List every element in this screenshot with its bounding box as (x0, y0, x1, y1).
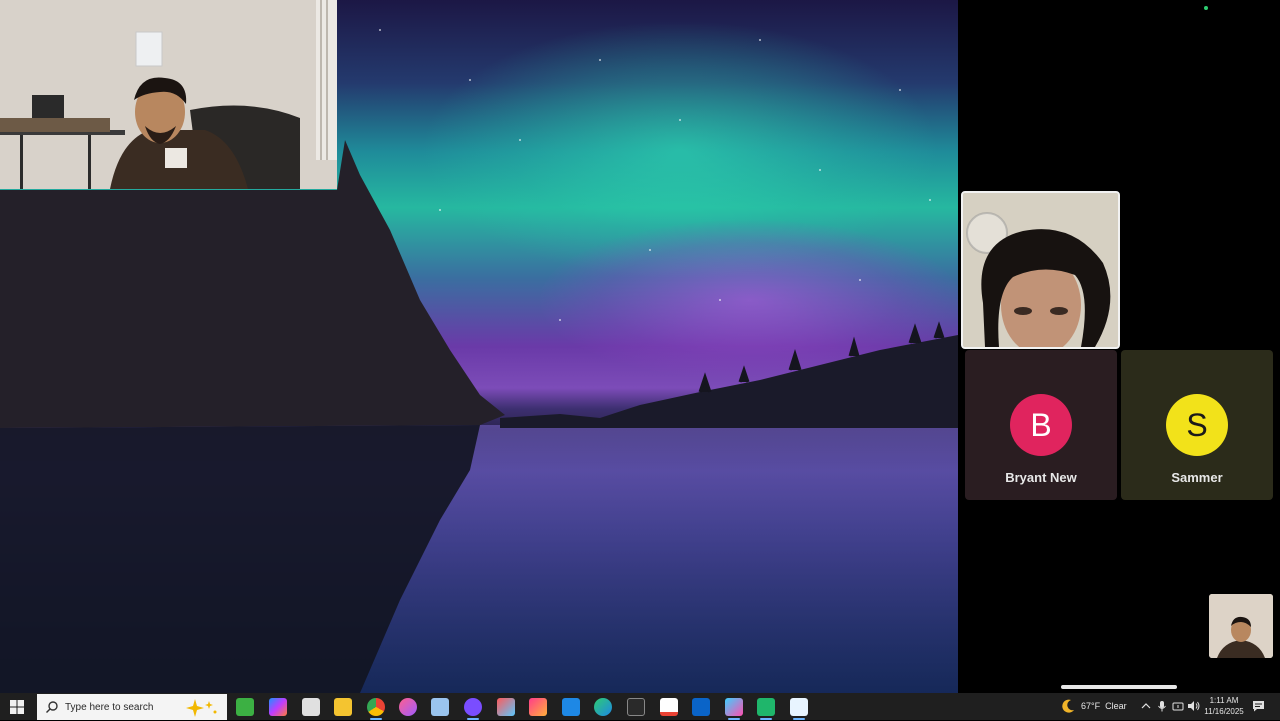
gmail-icon[interactable] (660, 698, 678, 716)
participant-video-image (963, 193, 1118, 347)
participant-name: Bryant New (1005, 470, 1077, 485)
notification-icon[interactable] (1252, 700, 1265, 712)
itunes-icon[interactable] (399, 698, 417, 716)
avatar: B (1010, 394, 1072, 456)
status-dot (1204, 6, 1208, 10)
search-icon (46, 701, 58, 713)
webcam-feed-large[interactable] (0, 0, 337, 189)
taskbar-clock[interactable]: 1:11 AM 11/16/2025 (1198, 695, 1250, 717)
game-app-icon[interactable] (725, 698, 743, 720)
chrome-icon[interactable] (367, 698, 385, 720)
chess-app-icon[interactable] (236, 698, 254, 716)
clock-date: 11/16/2025 (1204, 707, 1244, 716)
participant-tile-bryant[interactable]: B Bryant New (965, 350, 1117, 500)
self-view-thumbnail[interactable] (1209, 594, 1273, 658)
taskbar-search-box[interactable]: Type here to search (37, 694, 227, 720)
moon-weather-icon (1062, 699, 1074, 713)
sparkle-icon (186, 699, 217, 717)
weather-text[interactable]: 67°F Clear (1081, 701, 1127, 711)
epic-games-icon[interactable] (627, 698, 645, 716)
file-explorer-icon[interactable] (334, 698, 352, 716)
vpn-app-icon[interactable] (790, 698, 808, 720)
participant-video-tile[interactable] (961, 191, 1120, 349)
chatgpt-icon[interactable] (464, 698, 482, 720)
photos-app-icon[interactable] (529, 698, 547, 716)
windows-start-button[interactable] (8, 698, 26, 716)
search-placeholder: Type here to search (65, 701, 154, 713)
network-icon[interactable] (1172, 700, 1184, 712)
microphone-icon[interactable] (1157, 700, 1167, 712)
windows-logo-icon (10, 700, 24, 714)
self-view-image (1209, 594, 1273, 658)
meet-app-icon[interactable] (757, 698, 775, 720)
outlook-icon[interactable] (692, 698, 710, 716)
participant-tile-sammer[interactable]: S Sammer (1121, 350, 1273, 500)
edge-icon[interactable] (594, 698, 612, 716)
participant-name: Sammer (1171, 470, 1223, 485)
chevron-up-icon[interactable] (1141, 701, 1151, 711)
copilot-icon[interactable] (269, 698, 287, 716)
laptop-app-icon[interactable] (431, 698, 449, 716)
jolly-app-icon[interactable] (302, 698, 320, 716)
todo-icon[interactable] (562, 698, 580, 716)
avatar: S (1166, 394, 1228, 456)
clock-time: 1:11 AM (1209, 696, 1239, 705)
webcam-scene-image (0, 0, 337, 189)
color-app-icon[interactable] (497, 698, 515, 716)
home-indicator-bar (1061, 685, 1177, 689)
